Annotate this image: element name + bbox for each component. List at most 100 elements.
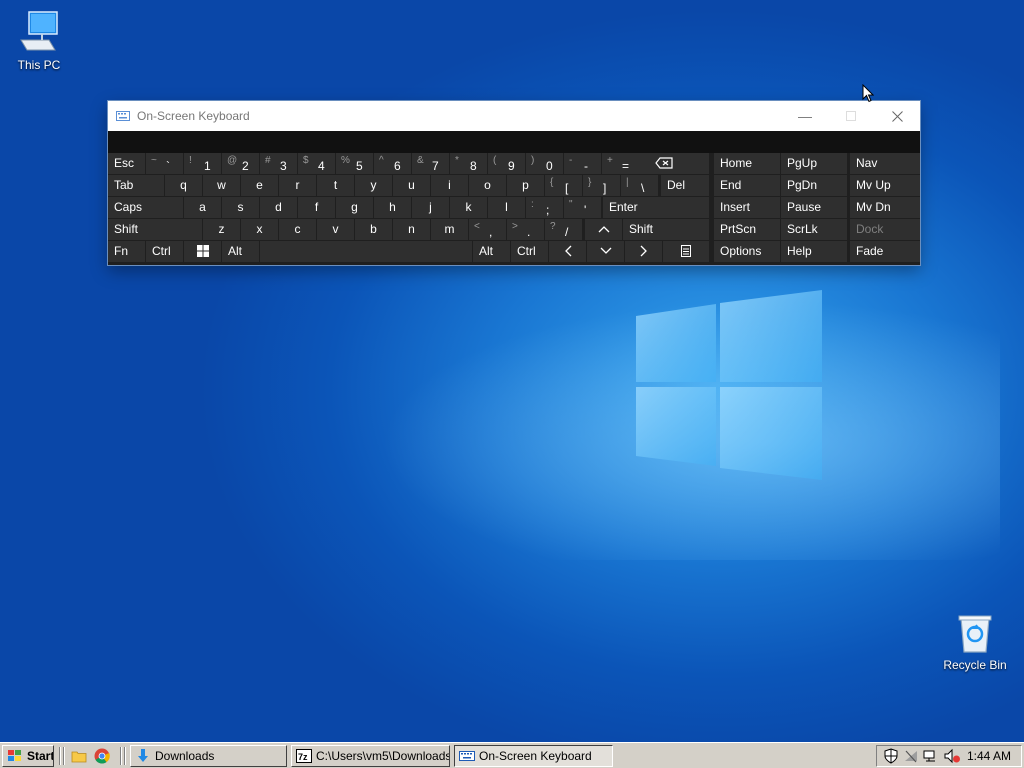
key-letter-i[interactable]: i [431, 175, 468, 196]
key-letter-j[interactable]: j [412, 197, 449, 218]
key-prtscn[interactable]: PrtScn [714, 219, 780, 240]
key-mv-up[interactable]: Mv Up [850, 175, 920, 196]
key-windows[interactable] [184, 241, 221, 262]
key-char: . [527, 225, 531, 239]
key-punct-0[interactable]: :; [526, 197, 563, 218]
key-number-5[interactable]: % 5 [336, 153, 373, 174]
key-enter[interactable]: Enter [603, 197, 709, 218]
key-pause[interactable]: Pause [781, 197, 847, 218]
key-letter-b[interactable]: b [355, 219, 392, 240]
key-letter-q[interactable]: q [165, 175, 202, 196]
key-number-10[interactable]: ) 0 [526, 153, 563, 174]
volume-muted-icon[interactable] [943, 748, 961, 764]
key-pgup[interactable]: PgUp [781, 153, 847, 174]
folder-quicklaunch-icon[interactable] [71, 748, 87, 764]
key-del[interactable]: Del [661, 175, 709, 196]
key-punct-2[interactable]: | \ [621, 175, 658, 196]
key-number-2[interactable]: @2 [222, 153, 259, 174]
desktop-icon-recycle-bin[interactable]: Recycle Bin [937, 614, 1013, 672]
key-letter-f[interactable]: f [298, 197, 335, 218]
key-letter-c[interactable]: c [279, 219, 316, 240]
key-insert[interactable]: Insert [714, 197, 780, 218]
desktop-icon-this-pc[interactable]: This PC [1, 10, 77, 72]
key-letter-z[interactable]: z [203, 219, 240, 240]
key-number-8[interactable]: * 8 [450, 153, 487, 174]
task-7zip-explorer[interactable]: 7z C:\Users\vm5\Downloads... [291, 745, 450, 767]
chrome-quicklaunch-icon[interactable] [94, 748, 110, 764]
key-letter-a[interactable]: a [184, 197, 221, 218]
key-punct-0[interactable]: {[ [545, 175, 582, 196]
key-letter-l[interactable]: l [488, 197, 525, 218]
key-letter-s[interactable]: s [222, 197, 259, 218]
key-scrlk[interactable]: ScrLk [781, 219, 847, 240]
key-letter-r[interactable]: r [279, 175, 316, 196]
key-punct-1[interactable]: >. [507, 219, 544, 240]
key-letter-m[interactable]: m [431, 219, 468, 240]
key-caps[interactable]: Caps [108, 197, 183, 218]
key-letter-u[interactable]: u [393, 175, 430, 196]
key-punct-1[interactable]: }] [583, 175, 620, 196]
key-nav[interactable]: Nav [850, 153, 920, 174]
key-letter-o[interactable]: o [469, 175, 506, 196]
key-letter-t[interactable]: t [317, 175, 354, 196]
key-backspace[interactable] [639, 153, 709, 174]
key-letter-n[interactable]: n [393, 219, 430, 240]
key-help[interactable]: Help [781, 241, 847, 262]
monitor-network-icon[interactable] [923, 748, 939, 764]
key-punct-1[interactable]: " ' [564, 197, 601, 218]
key-shift-right[interactable]: Shift [623, 219, 709, 240]
key-arrow-up[interactable] [585, 219, 622, 240]
close-button[interactable] [874, 101, 920, 131]
key-mv-dn[interactable]: Mv Dn [850, 197, 920, 218]
key-alt-left[interactable]: Alt [222, 241, 259, 262]
key-arrow-down[interactable] [587, 241, 624, 262]
key-pgdn[interactable]: PgDn [781, 175, 847, 196]
key-fn[interactable]: Fn [108, 241, 145, 262]
clock[interactable]: 1:44 AM [967, 749, 1011, 763]
key-letter-k[interactable]: k [450, 197, 487, 218]
key-arrow-right[interactable] [625, 241, 662, 262]
key-esc[interactable]: Esc [108, 153, 145, 174]
key-letter-e[interactable]: e [241, 175, 278, 196]
key-number-1[interactable]: ! 1 [184, 153, 221, 174]
key-options[interactable]: Options [714, 241, 780, 262]
osk-titlebar[interactable]: On-Screen Keyboard — [108, 101, 920, 131]
desktop-icon-label: Recycle Bin [943, 658, 1007, 672]
key-punct-0[interactable]: <, [469, 219, 506, 240]
key-letter-w[interactable]: w [203, 175, 240, 196]
maximize-button[interactable] [828, 101, 874, 131]
key-number-0[interactable]: ~ ` [146, 153, 183, 174]
key-letter-g[interactable]: g [336, 197, 373, 218]
key-letter-p[interactable]: p [507, 175, 544, 196]
key-menu[interactable] [663, 241, 709, 262]
minimize-button[interactable]: — [782, 101, 828, 131]
key-letter-x[interactable]: x [241, 219, 278, 240]
key-letter-v[interactable]: v [317, 219, 354, 240]
key-number-3[interactable]: #3 [260, 153, 297, 174]
key-fade[interactable]: Fade [850, 241, 920, 262]
key-number-9[interactable]: (9 [488, 153, 525, 174]
key-space[interactable] [260, 241, 472, 262]
key-arrow-left[interactable] [549, 241, 586, 262]
shield-icon[interactable] [883, 748, 899, 764]
key-tab[interactable]: Tab [108, 175, 164, 196]
key-number-12[interactable]: + = [602, 153, 639, 174]
start-button[interactable]: Start [2, 745, 54, 767]
key-shift-left[interactable]: Shift [108, 219, 202, 240]
key-letter-h[interactable]: h [374, 197, 411, 218]
key-number-11[interactable]: -- [564, 153, 601, 174]
key-punct-2[interactable]: ? / [545, 219, 582, 240]
key-letter-y[interactable]: y [355, 175, 392, 196]
key-ctrl-right[interactable]: Ctrl [511, 241, 548, 262]
key-number-6[interactable]: ^ 6 [374, 153, 411, 174]
key-home[interactable]: Home [714, 153, 780, 174]
task-downloads[interactable]: Downloads [130, 745, 287, 767]
key-ctrl-left[interactable]: Ctrl [146, 241, 183, 262]
task-on-screen-keyboard[interactable]: On-Screen Keyboard [454, 745, 613, 767]
key-end[interactable]: End [714, 175, 780, 196]
key-alt-right[interactable]: Alt [473, 241, 510, 262]
key-number-7[interactable]: & 7 [412, 153, 449, 174]
network-disconnected-icon[interactable] [903, 748, 919, 764]
key-number-4[interactable]: $4 [298, 153, 335, 174]
key-letter-d[interactable]: d [260, 197, 297, 218]
